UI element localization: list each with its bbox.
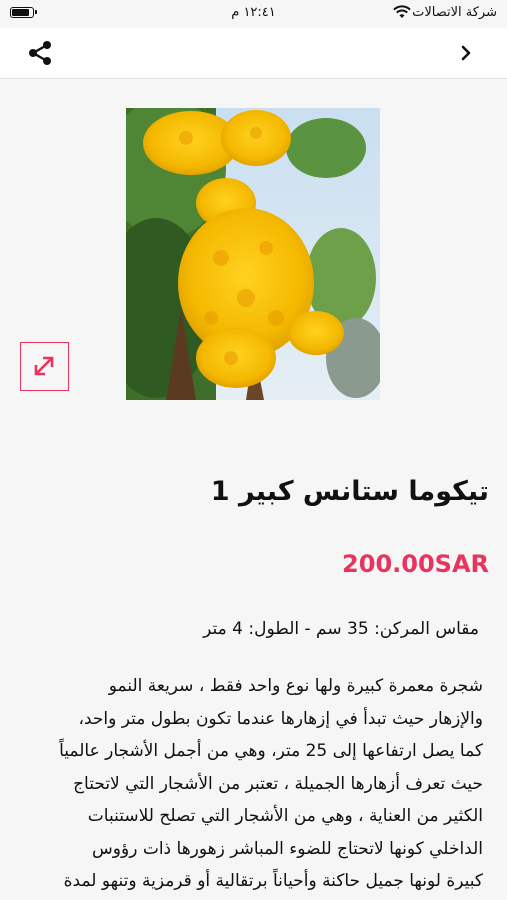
- product-image: [126, 108, 380, 400]
- nav-bar: [0, 28, 507, 79]
- description-line: الداخلي كونها لاتحتاج للضوء المباشر زهور…: [92, 838, 483, 859]
- product-description: شجرة معمرة كبيرة ولها نوع واحد فقط ، سري…: [15, 670, 483, 898]
- product-size-info: مقاس المركن: 35 سم - الطول: 4 متر: [203, 619, 479, 639]
- share-icon[interactable]: [26, 40, 54, 66]
- description-line: والإزهار حيث تبدأ في إزهارها عندما تكون …: [78, 708, 483, 729]
- description-line: شجرة معمرة كبيرة ولها نوع واحد فقط ، سري…: [108, 676, 483, 696]
- product-price: 200.00SAR: [342, 550, 489, 578]
- wifi-icon: [393, 5, 411, 18]
- status-bar: ١٢:٤١ م شركة الاتصالات: [0, 0, 507, 28]
- description-line: حيث تعرف أزهارها الجميلة ، تعتبر من الأش…: [73, 773, 483, 794]
- description-line: الكثير من العناية ، وهي من الأشجار التي …: [87, 806, 483, 826]
- expand-icon: [34, 356, 54, 376]
- chevron-back-icon[interactable]: [459, 42, 473, 64]
- description-line: كبيرة لونها جميل حاكنة وأحياناً برتقالية…: [63, 871, 483, 891]
- description-line: كما يصل ارتفاعها إلى 25 متر، وهي من أجمل…: [59, 741, 483, 761]
- carrier-name: شركة الاتصالات: [412, 5, 497, 20]
- expand-image-button[interactable]: [20, 342, 69, 391]
- product-title: تيكوما ستانس كبير 1: [210, 476, 489, 507]
